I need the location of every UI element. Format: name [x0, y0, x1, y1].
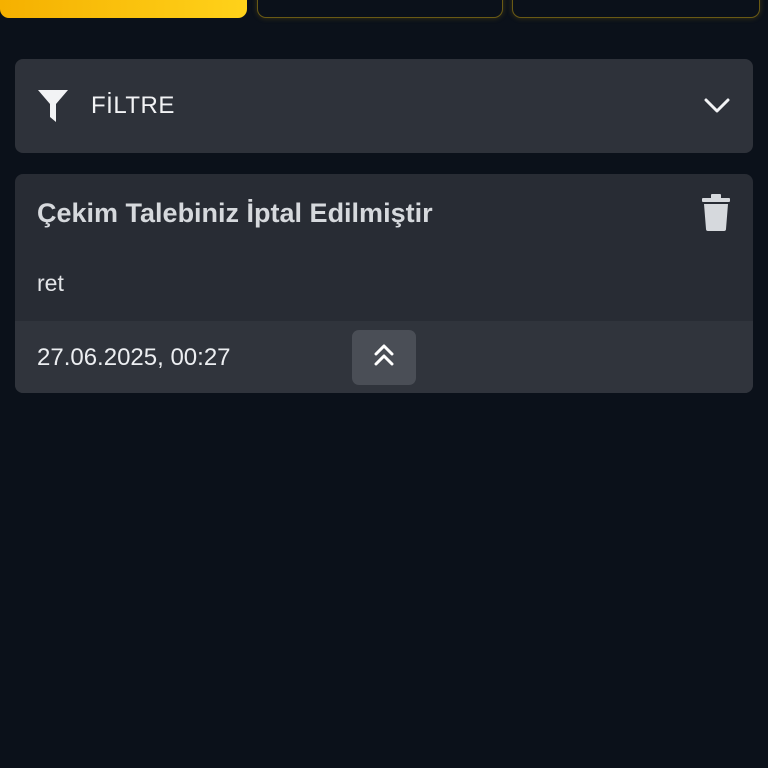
trash-icon[interactable]: [701, 194, 731, 232]
filter-icon: [37, 89, 69, 123]
filter-panel[interactable]: FİLTRE: [15, 59, 753, 153]
notification-card: Çekim Talebiniz İptal Edilmiştir ret 27.…: [15, 174, 753, 393]
tab-2[interactable]: [257, 0, 503, 18]
collapse-button[interactable]: [352, 330, 416, 385]
filter-label: FİLTRE: [91, 92, 175, 119]
notification-timestamp: 27.06.2025, 00:27: [37, 344, 231, 371]
notification-footer: 27.06.2025, 00:27: [15, 321, 753, 393]
notification-title: Çekim Talebiniz İptal Edilmiştir: [37, 198, 433, 228]
tab-1[interactable]: [0, 0, 247, 18]
tab-bar: [0, 0, 768, 20]
double-chevron-up-icon: [373, 343, 395, 372]
tab-3[interactable]: [512, 0, 760, 18]
chevron-down-icon[interactable]: [703, 92, 731, 120]
notification-message: ret: [37, 270, 64, 296]
